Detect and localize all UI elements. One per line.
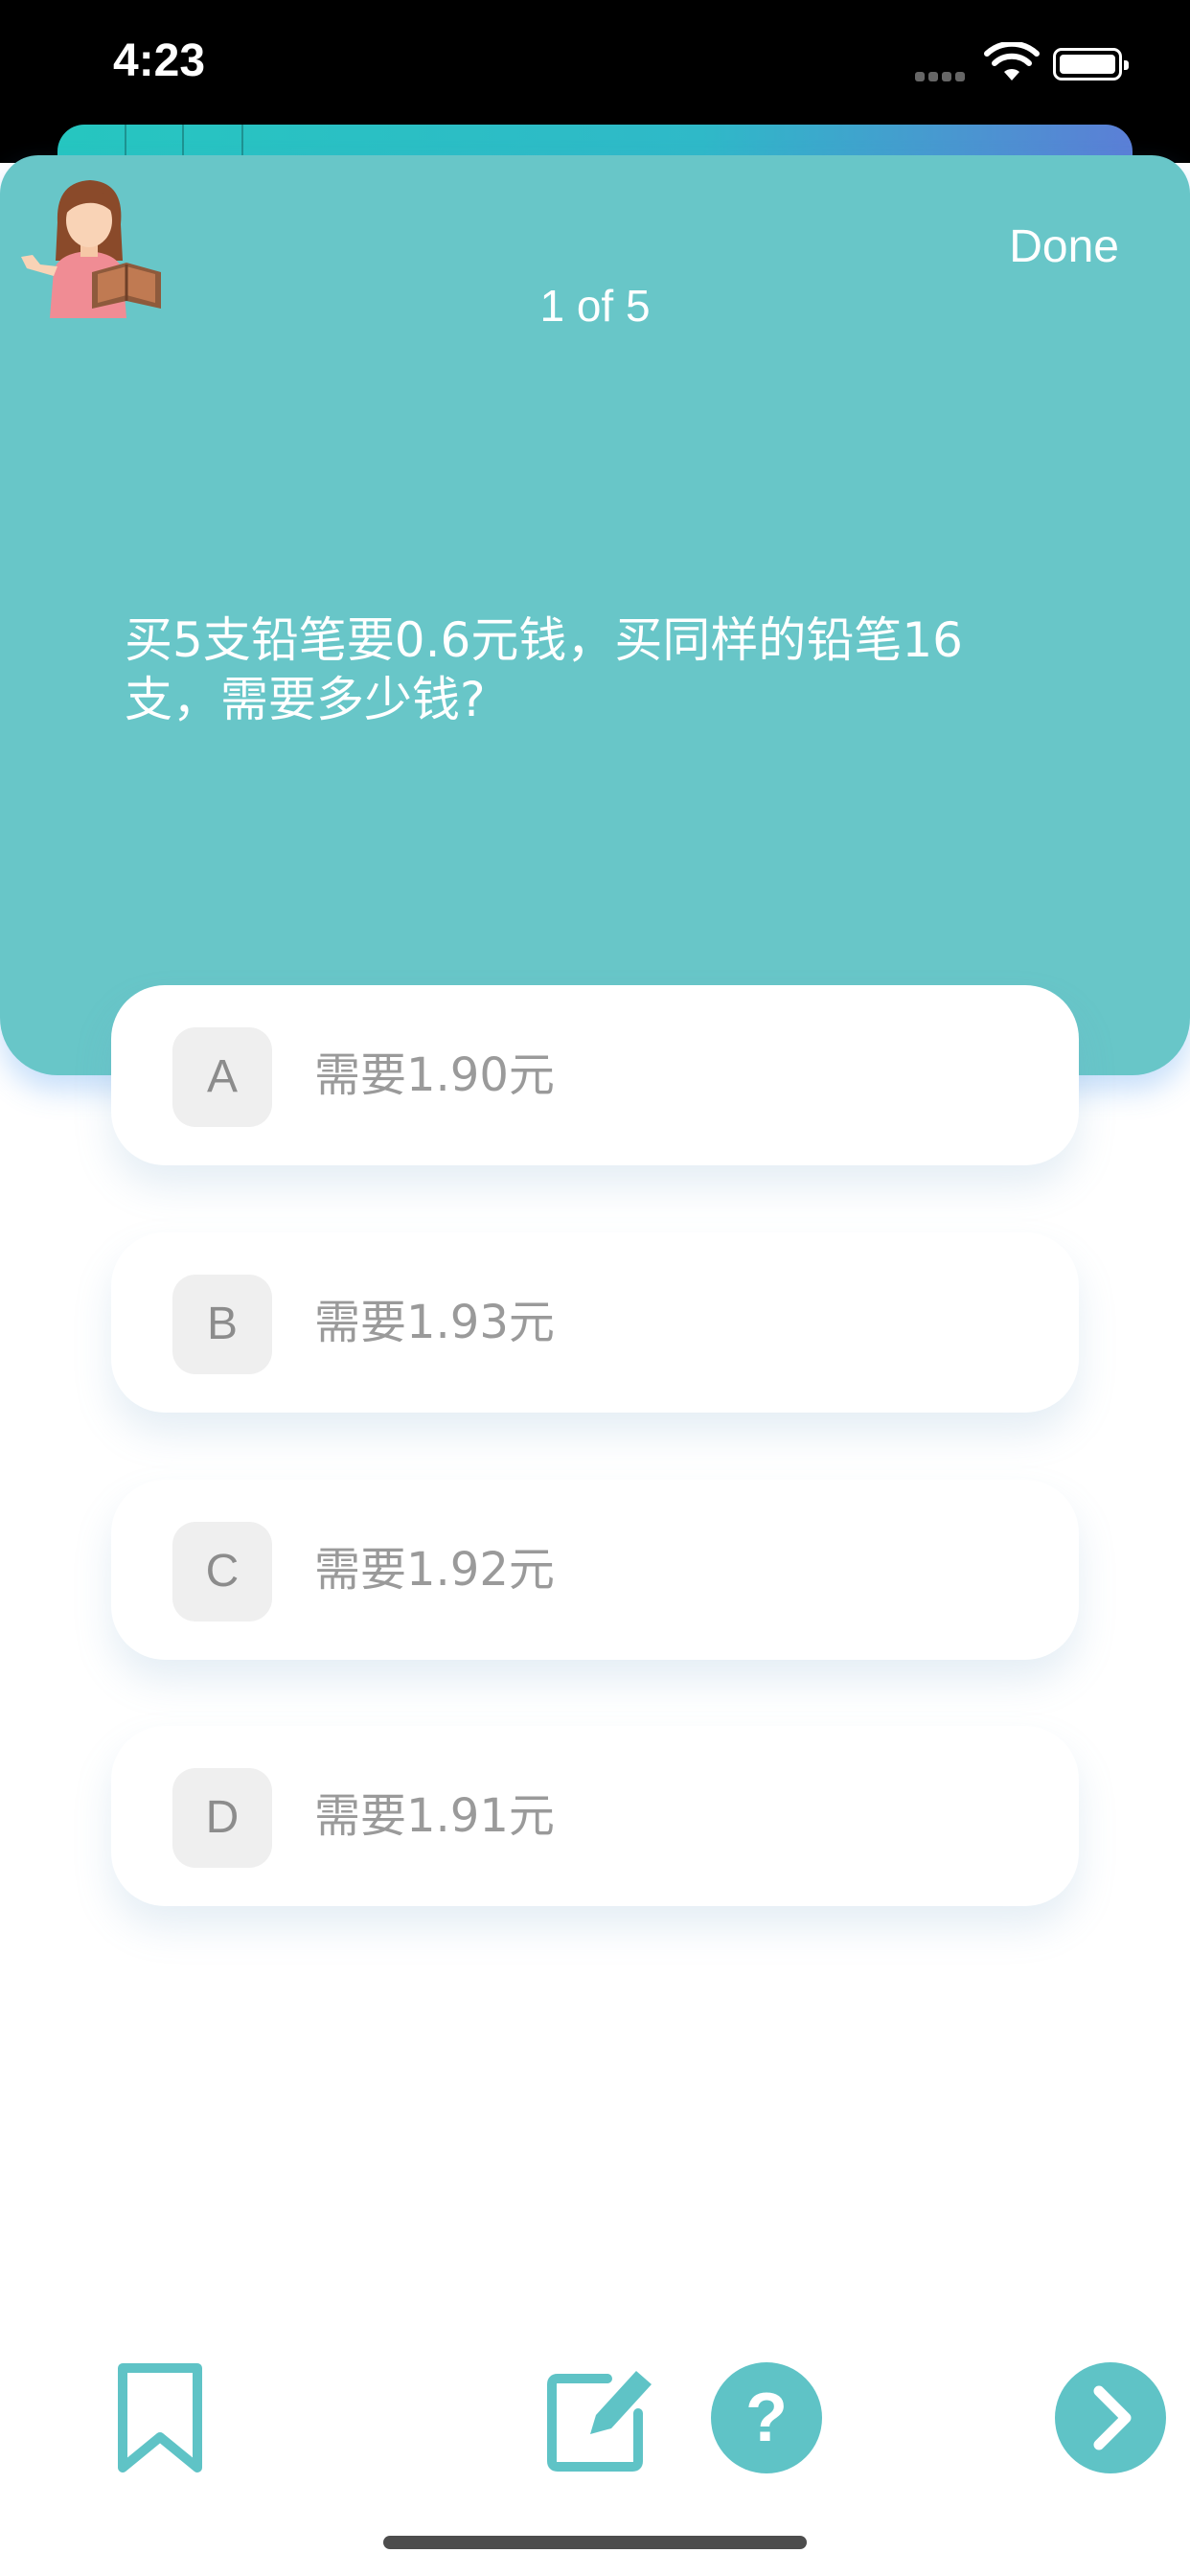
option-letter: A (172, 1027, 272, 1127)
home-indicator (383, 2536, 807, 2549)
option-letter: C (172, 1522, 272, 1622)
wifi-icon (984, 42, 1040, 80)
help-button[interactable]: ? (711, 2362, 822, 2473)
question-counter: 1 of 5 (539, 281, 651, 331)
option-letter: D (172, 1768, 272, 1868)
question-text: 买5支铅笔要0.6元钱，买同样的铅笔16支，需要多少钱? (125, 612, 963, 727)
option-letter: B (172, 1275, 272, 1374)
question-card: Done 1 of 5 买5支铅笔要0.6元钱，买同样的铅笔16支，需要多少钱? (0, 155, 1190, 1075)
option-c[interactable]: C 需要1.92元 (111, 1480, 1079, 1660)
done-button[interactable]: Done (1009, 220, 1119, 273)
next-button[interactable] (1055, 2362, 1166, 2473)
option-text: 需要1.92元 (314, 1543, 555, 1597)
cellular-signal-icon (915, 67, 969, 85)
bookmark-icon[interactable] (115, 2362, 205, 2475)
option-text: 需要1.93元 (314, 1296, 555, 1349)
edit-icon[interactable] (544, 2359, 655, 2474)
option-d[interactable]: D 需要1.91元 (111, 1726, 1079, 1906)
battery-icon (1053, 48, 1129, 80)
option-a[interactable]: A 需要1.90元 (111, 985, 1079, 1165)
chevron-right-icon (1093, 2385, 1132, 2450)
option-text: 需要1.91元 (314, 1789, 555, 1843)
option-b[interactable]: B 需要1.93元 (111, 1232, 1079, 1413)
option-text: 需要1.90元 (314, 1048, 555, 1102)
status-time: 4:23 (113, 35, 206, 86)
